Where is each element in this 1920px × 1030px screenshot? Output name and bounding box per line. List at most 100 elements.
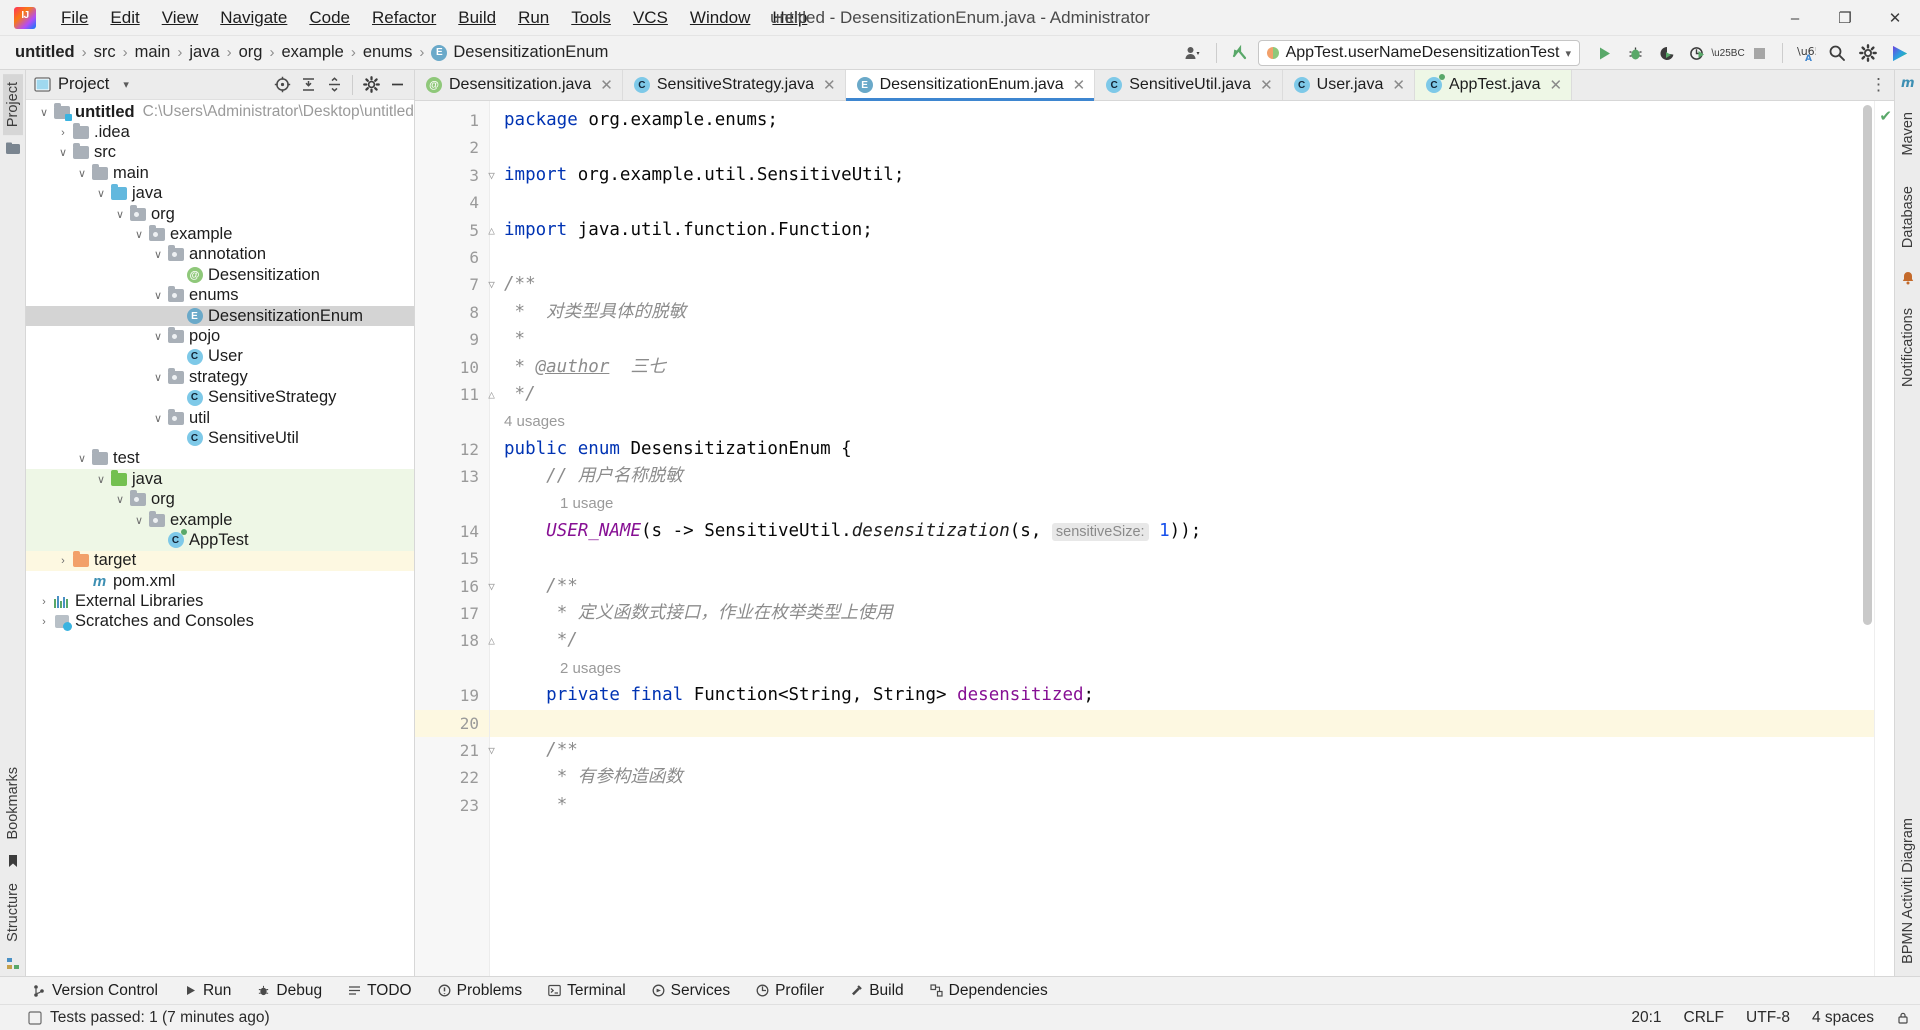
usage-hint[interactable]: 2 usages: [490, 655, 1874, 682]
tree-item-org[interactable]: ∨ org: [26, 489, 414, 510]
hide-panel-icon[interactable]: [384, 72, 410, 98]
sidebar-tab-structure[interactable]: Structure: [3, 875, 23, 950]
usage-hint[interactable]: 1 usage: [490, 490, 1874, 517]
breadcrumb-item-example[interactable]: example: [276, 41, 348, 64]
editor-tab-sensitiveutil-java[interactable]: C SensitiveUtil.java ✕: [1095, 70, 1283, 100]
translate-icon[interactable]: \u6587A: [1793, 40, 1819, 66]
tree-item-example[interactable]: ∨ example: [26, 509, 414, 531]
maven-icon[interactable]: m: [1900, 74, 1916, 90]
sidebar-tab-bookmarks[interactable]: Bookmarks: [3, 759, 23, 848]
tab-close-icon[interactable]: ✕: [1550, 76, 1563, 94]
chevron-right-icon[interactable]: ›: [55, 127, 71, 139]
tree-item-apptest[interactable]: C AppTest: [26, 529, 414, 551]
code-line-11[interactable]: */: [490, 381, 1874, 408]
chevron-down-icon[interactable]: ∨: [150, 289, 166, 302]
menu-run[interactable]: Run: [507, 4, 560, 32]
chevron-down-icon[interactable]: ∨: [150, 330, 166, 343]
code-line-17[interactable]: * 定义函数式接口，作业在枚举类型上使用: [490, 600, 1874, 627]
code-line-16[interactable]: /**: [490, 573, 1874, 600]
caret-position[interactable]: 20:1: [1631, 1009, 1661, 1027]
tree-item-util[interactable]: ∨ util: [26, 408, 414, 428]
tree-item-java[interactable]: ∨ java: [26, 469, 414, 490]
toolwindow-terminal[interactable]: Terminal: [544, 980, 630, 1002]
chevron-down-icon[interactable]: ∨: [74, 452, 90, 465]
tab-close-icon[interactable]: ✕: [1073, 76, 1086, 94]
code-line-18[interactable]: */: [490, 627, 1874, 654]
breadcrumb-item-src[interactable]: src: [89, 41, 121, 64]
line-number-5[interactable]: 5 △: [415, 217, 494, 244]
tree-item-user[interactable]: C User: [26, 347, 414, 367]
menu-refactor[interactable]: Refactor: [361, 4, 447, 32]
toolwindow-todo[interactable]: TODO: [344, 980, 416, 1002]
run-button[interactable]: [1591, 40, 1617, 66]
breadcrumb-item-main[interactable]: main: [130, 41, 176, 64]
tree-item-pom-xml[interactable]: m pom.xml: [26, 571, 414, 591]
tree-item-example[interactable]: ∨ example: [26, 224, 414, 244]
menu-edit[interactable]: Edit: [99, 4, 150, 32]
line-separator[interactable]: CRLF: [1684, 1009, 1724, 1027]
tree-item-desensitizationenum[interactable]: E DesensitizationEnum: [26, 305, 414, 327]
line-number-10[interactable]: 10: [415, 354, 489, 381]
chevron-down-icon[interactable]: ∨: [74, 167, 90, 180]
tree-item-sensitivestrategy[interactable]: C SensitiveStrategy: [26, 387, 414, 407]
line-number-9[interactable]: 9: [415, 326, 489, 353]
chevron-down-icon[interactable]: ∨: [112, 493, 128, 506]
line-number-2[interactable]: 2: [415, 134, 489, 161]
editor-tabs-overflow[interactable]: ⋮: [1870, 70, 1894, 100]
menu-build[interactable]: Build: [447, 4, 507, 32]
chevron-down-icon[interactable]: ∨: [150, 248, 166, 261]
select-opened-file-icon[interactable]: [269, 72, 295, 98]
project-panel-caret-icon[interactable]: ▾: [123, 78, 129, 91]
tree-item-sensitiveutil[interactable]: C SensitiveUtil: [26, 428, 414, 448]
line-number-18[interactable]: 18 △: [415, 627, 495, 654]
breadcrumb-item-enums[interactable]: enums: [358, 41, 418, 64]
toolwindow-debug[interactable]: Debug: [253, 980, 326, 1002]
line-number-6[interactable]: 6: [415, 244, 489, 271]
stop-button[interactable]: [1746, 40, 1772, 66]
line-number-13[interactable]: 13: [415, 463, 489, 490]
menu-file[interactable]: File: [50, 4, 99, 32]
editor-tab-sensitivestrategy-java[interactable]: C SensitiveStrategy.java ✕: [623, 70, 846, 100]
code-content[interactable]: package org.example.enums; import org.ex…: [490, 101, 1874, 976]
chevron-down-icon[interactable]: ∨: [112, 208, 128, 221]
chevron-down-icon[interactable]: ∨: [150, 371, 166, 384]
code-line-8[interactable]: * 对类型具体的脱敏: [490, 299, 1874, 326]
line-number-14[interactable]: 14: [415, 518, 489, 545]
line-number-11[interactable]: 11 △: [415, 381, 495, 408]
toolwindow-services[interactable]: Services: [648, 980, 734, 1002]
menu-window[interactable]: Window: [679, 4, 761, 32]
tree-item-strategy[interactable]: ∨ strategy: [26, 367, 414, 387]
search-icon[interactable]: [1824, 40, 1850, 66]
tree-item-org[interactable]: ∨ org: [26, 204, 414, 224]
tree-item-pojo[interactable]: ∨ pojo: [26, 326, 414, 346]
line-number-gutter[interactable]: 1 2 3 ▽ 4 5 △ 6 7 ▽ 8 9 10 11 △ 12 13 14 15 16 ▽ 17 18 △ 19 20 21 ▽…: [415, 101, 495, 976]
tree-item--idea[interactable]: › .idea: [26, 122, 414, 142]
code-line-15[interactable]: [490, 545, 1874, 572]
code-line-1[interactable]: package org.example.enums;: [490, 107, 1874, 134]
close-button[interactable]: ✕: [1870, 0, 1920, 36]
tab-close-icon[interactable]: ✕: [823, 76, 836, 94]
code-line-12[interactable]: public enum DesensitizationEnum {: [490, 436, 1874, 463]
line-number-15[interactable]: 15: [415, 545, 489, 572]
tree-item-desensitization[interactable]: @ Desensitization: [26, 265, 414, 285]
project-tree[interactable]: ∨ untitled C:\Users\Administrator\Desktop\…: [26, 100, 414, 976]
editor-tab-desensitization-java[interactable]: @ Desensitization.java ✕: [415, 70, 623, 100]
breadcrumb-item-org[interactable]: org: [234, 41, 268, 64]
line-number-20[interactable]: 20: [415, 709, 489, 737]
tree-item-annotation[interactable]: ∨ annotation: [26, 245, 414, 265]
toolwindow-problems[interactable]: Problems: [434, 980, 526, 1002]
update-project-icon[interactable]: [1227, 40, 1253, 66]
menu-navigate[interactable]: Navigate: [209, 4, 298, 32]
profile-button[interactable]: [1684, 40, 1710, 66]
code-line-21[interactable]: /**: [490, 737, 1874, 764]
code-line-23[interactable]: *: [490, 792, 1874, 819]
line-number-19[interactable]: 19: [415, 682, 489, 709]
editor-tab-desensitizationenum-java[interactable]: E DesensitizationEnum.java ✕: [845, 70, 1096, 101]
toolwindow-build[interactable]: Build: [846, 980, 907, 1002]
code-line-3[interactable]: import org.example.util.SensitiveUtil;: [490, 162, 1874, 189]
line-number-23[interactable]: 23: [415, 792, 489, 819]
run-configuration-selector[interactable]: AppTest.userNameDesensitizationTest ▾: [1257, 40, 1580, 66]
chevron-down-icon[interactable]: ∨: [93, 473, 109, 486]
tree-item-src[interactable]: ∨ src: [26, 143, 414, 163]
collapse-all-icon[interactable]: [321, 72, 347, 98]
